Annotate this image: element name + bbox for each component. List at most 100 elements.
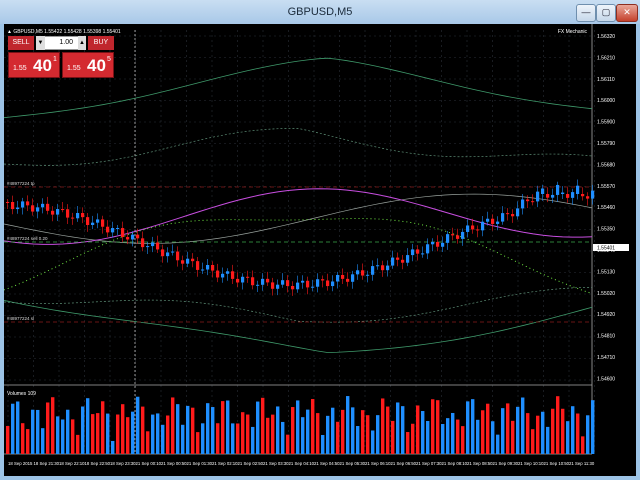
- volume-bar: [576, 413, 580, 454]
- price-axis-label: 1.55680: [597, 162, 615, 168]
- bid-price-box[interactable]: 1.55 40 1: [8, 52, 60, 78]
- volume-bar: [381, 398, 385, 454]
- candle-body: [221, 273, 225, 278]
- volume-bar: [556, 396, 560, 454]
- candle-body: [421, 253, 425, 255]
- buy-button[interactable]: BUY: [88, 36, 114, 50]
- volume-bar: [201, 423, 205, 454]
- volume-bar: [481, 410, 485, 454]
- volume-bar: [396, 402, 400, 454]
- sell-button[interactable]: SELL: [8, 36, 34, 50]
- title-bar[interactable]: GBPUSD,M5 — ▢ ✕: [0, 0, 640, 24]
- volume-bar: [146, 431, 150, 454]
- volume-bar: [41, 428, 45, 454]
- time-axis-label: 21 Sep 04:50: [314, 461, 340, 466]
- volume-bar: [6, 426, 10, 454]
- volume-bars: [6, 396, 595, 454]
- volume-bar: [236, 423, 240, 454]
- time-axis-label: 21 Sep 04:10: [289, 461, 315, 466]
- volume-bar: [346, 396, 350, 454]
- price-axis-label: 1.56320: [597, 34, 615, 40]
- volume-bar: [521, 397, 525, 454]
- volume-bar: [226, 400, 230, 454]
- candle-body: [486, 218, 490, 222]
- volume-bar: [391, 420, 395, 454]
- volume-bar: [186, 405, 190, 454]
- volume-bar: [471, 399, 475, 454]
- volume-bar: [106, 413, 110, 454]
- candle-body: [551, 194, 555, 198]
- candle-body: [356, 270, 360, 275]
- current-price-label: 1.55401: [597, 246, 615, 252]
- volume-bar: [61, 419, 65, 454]
- candle-body: [276, 284, 280, 289]
- volume-bar: [451, 412, 455, 454]
- candle-body: [431, 241, 435, 245]
- close-button[interactable]: ✕: [616, 4, 638, 22]
- time-axis-label: 21 Sep 09:30: [493, 461, 519, 466]
- volume-bar: [16, 401, 20, 454]
- volume-bar: [566, 421, 570, 454]
- volume-bar: [31, 409, 35, 454]
- candle-body: [106, 226, 110, 233]
- ask-price-box[interactable]: 1.55 40 5: [62, 52, 114, 78]
- indicator-line: [4, 286, 593, 323]
- time-axis-label: 18 Sep 23:30: [110, 461, 136, 466]
- candle-body: [166, 252, 170, 257]
- volume-bar: [76, 434, 80, 454]
- volume-bar: [86, 398, 90, 454]
- indicator-line: [4, 128, 593, 166]
- volume-bar: [436, 400, 440, 454]
- price-axis-label: 1.54810: [597, 334, 615, 340]
- volume-bar: [266, 417, 270, 454]
- volume-bar: [176, 404, 180, 454]
- order-level-label: #48977224 sl: [7, 316, 34, 321]
- volume-bar: [241, 412, 245, 454]
- volume-bar: [466, 401, 470, 454]
- lot-increase-icon[interactable]: ▲: [78, 36, 86, 50]
- lot-decrease-icon[interactable]: ▼: [36, 36, 45, 50]
- volume-bar: [191, 407, 195, 454]
- volume-bar: [316, 413, 320, 454]
- volume-bar: [161, 424, 165, 454]
- volume-bar: [101, 401, 105, 454]
- volume-bar: [151, 414, 155, 454]
- volume-bar: [231, 423, 235, 454]
- volume-bar: [331, 407, 335, 454]
- candle-body: [146, 246, 150, 248]
- time-axis-label: 21 Sep 08:10: [442, 461, 468, 466]
- candle-body: [226, 271, 230, 274]
- time-axis-label: 21 Sep 02:50: [238, 461, 264, 466]
- bollinger-bands: [4, 57, 593, 353]
- candle-body: [366, 274, 370, 276]
- ask-price-pips: 40: [87, 56, 106, 75]
- volume-bar: [446, 418, 450, 454]
- volume-bar: [206, 403, 210, 454]
- price-chart[interactable]: #48977224 tp #48977224 sell 0.20 #48977224…: [4, 24, 636, 476]
- minimize-button[interactable]: —: [576, 4, 596, 22]
- chart-area[interactable]: #48977224 tp #48977224 sell 0.20 #48977224…: [4, 24, 636, 476]
- time-axis-label: 21 Sep 01:30: [187, 461, 213, 466]
- candle-body: [186, 258, 190, 264]
- volume-bar: [111, 440, 115, 454]
- volume-bar: [406, 432, 410, 454]
- volume-bar: [476, 419, 480, 454]
- candle-body: [301, 280, 305, 283]
- candle-body: [361, 270, 365, 276]
- candle-body: [516, 208, 520, 217]
- time-axis-label: 18 Sep 22:10: [59, 461, 85, 466]
- candle-body: [586, 196, 590, 199]
- volume-bar: [561, 408, 565, 454]
- candle-body: [131, 234, 135, 240]
- chart-grid: [4, 24, 595, 455]
- candle-body: [511, 214, 515, 217]
- volume-bar: [501, 408, 505, 454]
- candle-body: [156, 242, 160, 250]
- ask-price-prefix: 1.55: [67, 65, 81, 72]
- candle-body: [36, 207, 40, 212]
- maximize-button[interactable]: ▢: [596, 4, 616, 22]
- volume-bar: [221, 401, 225, 454]
- time-axis-label: 21 Sep 03:30: [263, 461, 289, 466]
- candle-body: [336, 274, 340, 282]
- indicator-line: [4, 218, 593, 294]
